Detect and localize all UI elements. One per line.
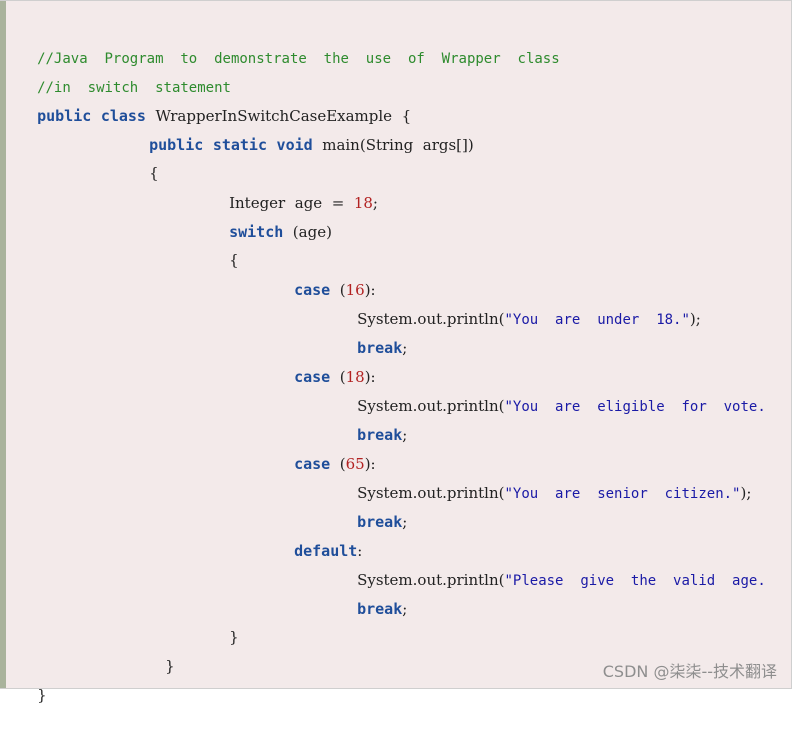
code-line-5: { [130, 130, 159, 182]
keyword: static [212, 136, 267, 154]
code-line-12: case (18): [275, 334, 376, 386]
watermark: CSDN @柒柒--技术翻译 [602, 662, 777, 681]
code-line-15: case (65): [275, 421, 376, 473]
string-literal: "You are under 18." [504, 312, 690, 328]
code-line-13: System.out.println("You are eligible for… [338, 363, 766, 415]
code-text: ; [402, 339, 408, 357]
code-line-2: //in switch statement [18, 44, 231, 96]
code-line-10: System.out.println("You are under 18."); [338, 276, 701, 328]
code-text: main(String args[]) [322, 136, 474, 154]
keyword: case [294, 455, 331, 473]
string-literal: "Please give the valid age. [504, 573, 766, 589]
code-line-8: { [210, 217, 239, 269]
code-text: ; [372, 194, 378, 212]
code-line-6: Integer age = 18; [210, 160, 378, 212]
code-text: ; [402, 600, 408, 618]
code-text: ; [402, 426, 408, 444]
code-text: ); [740, 484, 752, 502]
brace: } [37, 686, 47, 704]
code-line-16: System.out.println("You are senior citiz… [338, 450, 751, 502]
code-text: (age) [283, 223, 332, 241]
code-line-7: switch (age) [210, 189, 332, 241]
brace: } [165, 657, 175, 675]
keyword: case [294, 281, 331, 299]
code-line-17: break; [338, 479, 407, 531]
code-line-9: case (16): [275, 247, 376, 299]
code-line-1: //Java Program to demonstrate the use of… [18, 15, 560, 67]
code-line-20: break; [338, 566, 407, 618]
keyword: break [357, 600, 403, 618]
string-literal: "You are senior citizen." [504, 486, 741, 502]
code-line-11: break; [338, 305, 407, 357]
code-line-3: public class WrapperInSwitchCaseExample … [18, 73, 411, 125]
code-line-14: break; [338, 392, 407, 444]
code-block-accent-bar [0, 1, 6, 688]
number-literal: 18 [353, 194, 373, 212]
keyword: void [276, 136, 313, 154]
code-line-21: } [210, 594, 239, 646]
code-text: ); [689, 310, 701, 328]
code-line-19: System.out.println("Please give the vali… [338, 537, 766, 589]
code-block: //Java Program to demonstrate the use of… [0, 0, 792, 704]
code-line-22: } [146, 623, 175, 675]
brace: { [229, 251, 239, 269]
keyword: break [357, 513, 403, 531]
string-literal: "You are eligible for vote. [504, 399, 766, 415]
keyword: case [294, 368, 331, 386]
brace: { [149, 164, 159, 182]
code-line-18: default: [275, 508, 362, 560]
code-line-23: } [18, 652, 47, 704]
brace: } [229, 628, 239, 646]
code-line-4: public static void main(String args[]) [130, 102, 474, 154]
keyword: public [37, 107, 92, 125]
code-text: ; [402, 513, 408, 531]
